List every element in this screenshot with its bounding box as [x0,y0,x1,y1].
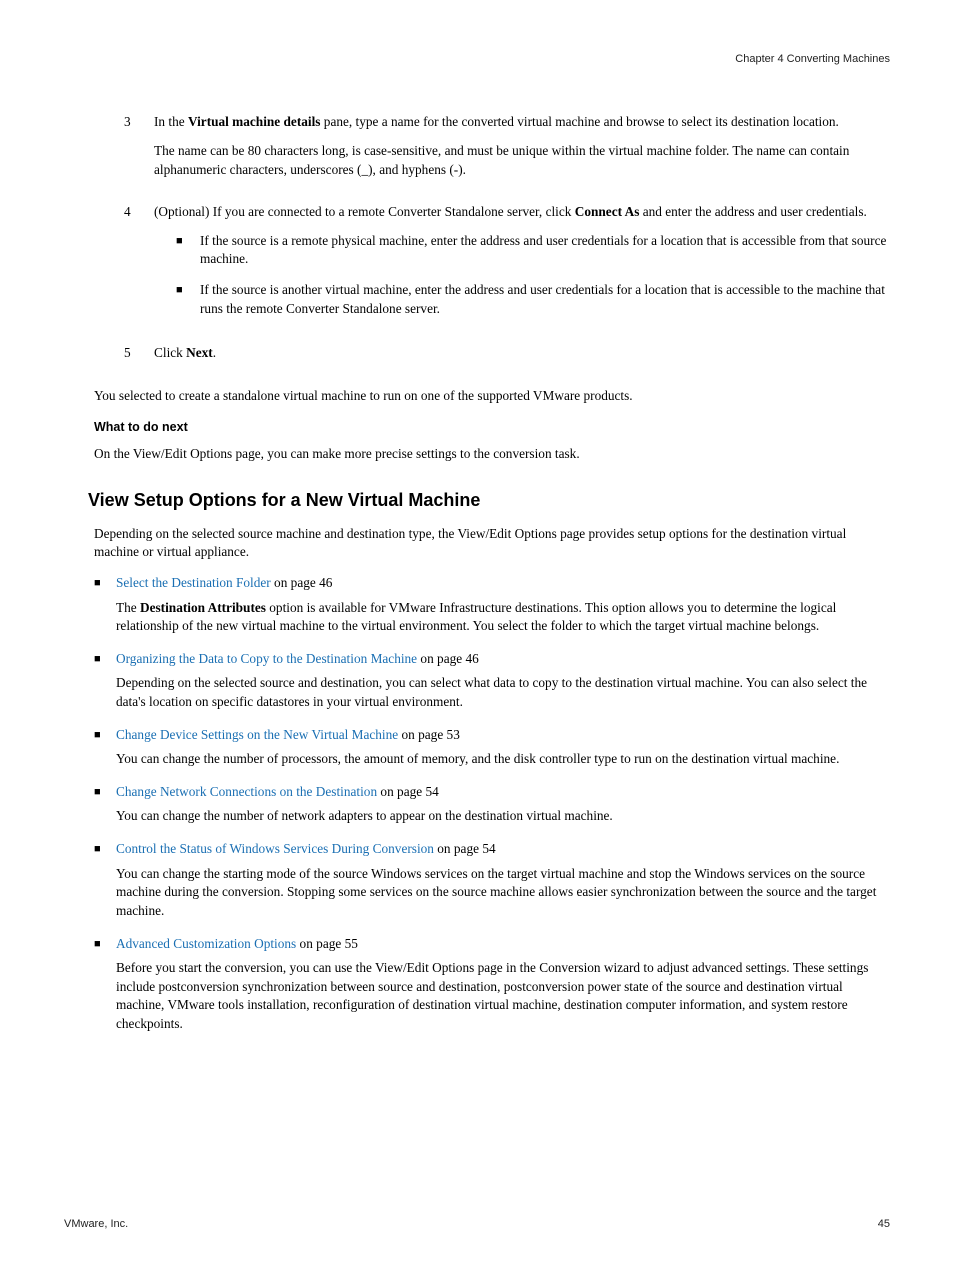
topic-title-line: Select the Destination Folder on page 46 [116,574,890,593]
step-3-p1: In the Virtual machine details pane, typ… [154,113,890,132]
topic-link-change-network[interactable]: Change Network Connections on the Destin… [116,784,377,799]
topic-body: Advanced Customization Options on page 5… [116,935,890,1034]
topic-link-organizing-data[interactable]: Organizing the Data to Copy to the Desti… [116,651,417,666]
bullet-icon: ■ [176,232,200,269]
topic-description: You can change the starting mode of the … [116,865,890,921]
text: The [116,600,140,615]
page: Chapter 4 Converting Machines 3 In the V… [0,0,954,1272]
topic-title-line: Change Network Connections on the Destin… [116,783,890,802]
section-heading: View Setup Options for a New Virtual Mac… [88,488,890,513]
steps-list: 3 In the Virtual machine details pane, t… [124,113,890,372]
topic-body: Change Device Settings on the New Virtua… [116,726,890,769]
topic-item: ■ Control the Status of Windows Services… [94,840,890,920]
step-3-p2: The name can be 80 characters long, is c… [154,142,890,179]
what-to-do-next-body: On the View/Edit Options page, you can m… [94,445,890,464]
topic-item: ■ Change Network Connections on the Dest… [94,783,890,826]
text: In the [154,114,188,129]
bullet-icon: ■ [176,281,200,318]
section-intro: Depending on the selected source machine… [94,525,890,562]
footer-page-number: 45 [878,1217,890,1232]
topic-description: You can change the number of network ada… [116,807,890,826]
page-ref: on page 53 [398,727,460,742]
topic-description: Depending on the selected source and des… [116,674,890,711]
topic-item: ■ Change Device Settings on the New Virt… [94,726,890,769]
step-number: 5 [124,344,154,373]
topic-body: Organizing the Data to Copy to the Desti… [116,650,890,712]
after-steps-text: You selected to create a standalone virt… [94,387,890,406]
page-ref: on page 54 [434,841,496,856]
step-4: 4 (Optional) If you are connected to a r… [124,203,890,330]
what-to-do-next-heading: What to do next [94,419,890,437]
topic-title-line: Advanced Customization Options on page 5… [116,935,890,954]
bullet-icon: ■ [94,650,116,712]
bullet-icon: ■ [94,574,116,636]
topic-link-select-destination-folder[interactable]: Select the Destination Folder [116,575,271,590]
list-item-text: If the source is another virtual machine… [200,281,890,318]
topic-description: You can change the number of processors,… [116,750,890,769]
topic-body: Select the Destination Folder on page 46… [116,574,890,636]
page-footer: VMware, Inc. 45 [64,1217,890,1232]
topics-list: ■ Select the Destination Folder on page … [94,574,890,1034]
topic-link-windows-services[interactable]: Control the Status of Windows Services D… [116,841,434,856]
text: (Optional) If you are connected to a rem… [154,204,575,219]
bullet-icon: ■ [94,840,116,920]
topic-description: The Destination Attributes option is ava… [116,599,890,636]
text: . [213,345,216,360]
topic-item: ■ Select the Destination Folder on page … [94,574,890,636]
topic-link-advanced-customization[interactable]: Advanced Customization Options [116,936,296,951]
topic-title-line: Control the Status of Windows Services D… [116,840,890,859]
topic-body: Control the Status of Windows Services D… [116,840,890,920]
topic-title-line: Organizing the Data to Copy to the Desti… [116,650,890,669]
step-body: In the Virtual machine details pane, typ… [154,113,890,189]
page-ref: on page 55 [296,936,358,951]
step-5: 5 Click Next. [124,344,890,373]
step-3: 3 In the Virtual machine details pane, t… [124,113,890,189]
content-area: 3 In the Virtual machine details pane, t… [124,113,890,1033]
step-5-p1: Click Next. [154,344,890,363]
text: pane, type a name for the converted virt… [320,114,838,129]
topic-item: ■ Organizing the Data to Copy to the Des… [94,650,890,712]
page-ref: on page 46 [271,575,333,590]
bullet-icon: ■ [94,935,116,1034]
topic-link-change-device-settings[interactable]: Change Device Settings on the New Virtua… [116,727,398,742]
page-ref: on page 54 [377,784,439,799]
step-body: (Optional) If you are connected to a rem… [154,203,890,330]
bold-text: Next [186,345,213,360]
bullet-icon: ■ [94,783,116,826]
text: and enter the address and user credentia… [639,204,866,219]
step-4-sublist: ■ If the source is a remote physical mac… [176,232,890,318]
topic-title-line: Change Device Settings on the New Virtua… [116,726,890,745]
bullet-icon: ■ [94,726,116,769]
step-number: 4 [124,203,154,330]
text: Click [154,345,186,360]
list-item-text: If the source is a remote physical machi… [200,232,890,269]
bold-text: Virtual machine details [188,114,320,129]
topic-body: Change Network Connections on the Destin… [116,783,890,826]
list-item: ■ If the source is a remote physical mac… [176,232,890,269]
step-number: 3 [124,113,154,189]
step-4-p1: (Optional) If you are connected to a rem… [154,203,890,222]
step-body: Click Next. [154,344,890,373]
bold-text: Destination Attributes [140,600,266,615]
chapter-header: Chapter 4 Converting Machines [64,52,890,67]
page-ref: on page 46 [417,651,479,666]
bold-text: Connect As [575,204,640,219]
list-item: ■ If the source is another virtual machi… [176,281,890,318]
topic-description: Before you start the conversion, you can… [116,959,890,1033]
footer-company: VMware, Inc. [64,1217,128,1232]
topic-item: ■ Advanced Customization Options on page… [94,935,890,1034]
